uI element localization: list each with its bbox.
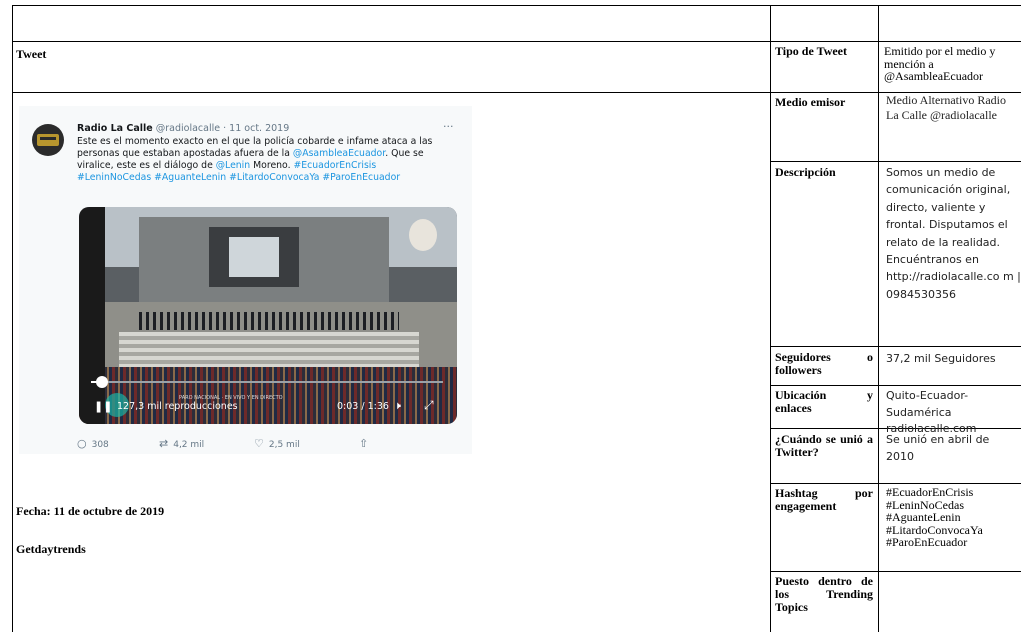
table-top-border [12,5,1021,6]
like-button[interactable]: ♡ 2,5 mil [254,437,300,450]
video-time: 0:03 / 1:36 [337,401,389,412]
share-button[interactable]: ⇧ [359,437,373,450]
reply-icon: ○ [77,437,87,450]
tweet-author-handle[interactable]: @radiolacalle [156,123,220,134]
label-medio-emisor: Medio emisor [775,96,846,109]
row-divider [770,483,1021,484]
row-divider [770,385,1021,386]
mute-icon[interactable]: 🕨 [394,399,401,413]
row-divider [770,346,1021,347]
pause-icon[interactable]: ❚❚ [94,400,112,413]
table-mid-border [770,5,771,632]
table-header-divider [12,41,1021,42]
tweet-author-name[interactable]: Radio La Calle [77,123,153,134]
retweet-button[interactable]: ⇄ 4,2 mil [159,437,204,450]
value-ubicacion: Quito-Ecuador-Sudamérica radiolacalle.co… [886,389,977,435]
reply-button[interactable]: ○ 308 [77,437,109,450]
tweet-column-header: Tweet [16,47,47,61]
video-scrubber[interactable] [96,376,108,388]
more-options-icon[interactable]: ··· [443,120,454,133]
mention-link[interactable]: @AsambleaEcuador [293,148,385,159]
tweet-text-part: Moreno. [250,160,294,171]
retweet-count: 4,2 mil [173,440,205,450]
value-descripcion: Somos un medio de comunicación original,… [886,166,1021,301]
reply-count: 308 [91,440,109,450]
label-ubicacion: Ubicación y enlaces [775,389,873,415]
value-cuando-se-unio: Se unió en abril de 2010 [886,433,990,463]
video-progress-bar[interactable] [91,381,443,383]
tweet-date-line: Fecha: 11 de octubre de 2019 [16,504,165,518]
tweet-card[interactable]: Radio La Calle @radiolacalle · 11 oct. 2… [19,106,472,454]
label-hashtag: Hashtag por engagement [775,487,873,513]
label-descripcion: Descripción [775,166,836,179]
table-left-border [12,5,13,632]
video-views: 127,3 mil reproducciones [117,401,238,412]
value-tipo-de-tweet: Emitido por el medio y mención a @Asambl… [884,45,996,83]
video-overlay-text: PARO NACIONAL · EN VIVO Y EN DIRECTO [179,395,283,401]
tweet-text: Este es el momento exacto en el que la p… [77,136,457,184]
mention-link[interactable]: @Lenin [216,160,250,171]
label-cuando-se-unio: ¿Cuándo se unió a Twitter? [775,433,873,459]
like-count: 2,5 mil [268,440,300,450]
retweet-icon: ⇄ [159,437,169,450]
label-seguidores: Seguidores o followers [775,351,873,377]
table-value-border [878,5,879,632]
fullscreen-icon[interactable]: ⤢ [424,398,434,413]
label-trending-topics: Puesto dentro de los Trending Topics [775,575,873,614]
row-divider [770,571,1021,572]
source-label: Getdaytrends [16,542,86,556]
tweet-date[interactable]: · 11 oct. 2019 [223,123,289,134]
medio-emisor-text: Medio Alternativo Radio La Calle @radiol… [886,93,1006,122]
tweet-video[interactable]: ❚❚ 127,3 mil reproducciones PARO NACIONA… [79,207,457,424]
value-hashtag: #EcuadorEnCrisis #LeninNoCedas #AguanteL… [886,486,983,549]
label-tipo-de-tweet: Tipo de Tweet [775,45,848,58]
tweet-header: Radio La Calle @radiolacalle · 11 oct. 2… [77,123,289,134]
hashtag-link[interactable]: #EcuadorEnCrisis [294,160,377,171]
value-medio-emisor: Medio Alternativo Radio La Calle @radiol… [886,93,1018,123]
hashtag-link[interactable]: #LeninNoCedas #AguanteLenin #LitardoConv… [77,172,400,183]
channel-logo-icon [409,219,437,251]
avatar[interactable] [32,124,64,156]
heart-icon: ♡ [254,437,264,450]
row-divider [770,161,1021,162]
table-subheader-divider [12,92,1021,93]
share-icon: ⇧ [359,437,369,450]
value-seguidores: 37,2 mil Seguidores [886,352,996,365]
